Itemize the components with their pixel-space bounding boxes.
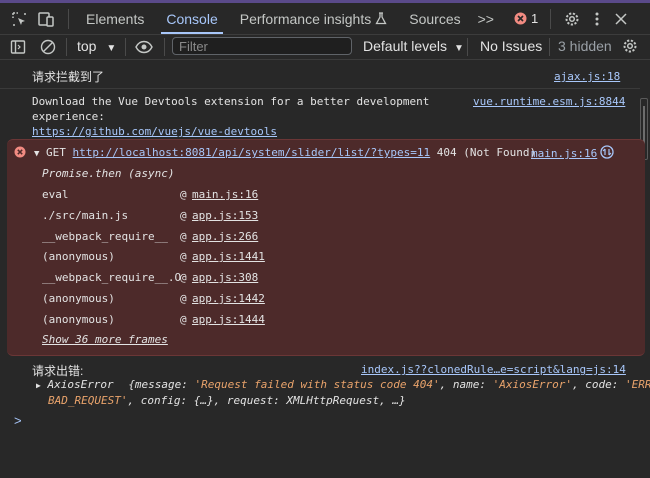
stack-frame-location-link[interactable]: app.js:308 bbox=[192, 271, 258, 284]
show-more-frames-link[interactable]: Show 36 more frames bbox=[42, 333, 168, 346]
http-method: GET bbox=[46, 146, 66, 159]
stack-frame-location-link[interactable]: app.js:266 bbox=[192, 230, 258, 243]
stack-frame-at: @ bbox=[180, 229, 187, 243]
log-text: 请求拦截到了 bbox=[32, 70, 105, 84]
flask-icon bbox=[375, 12, 387, 25]
context-selector[interactable]: top ▼ bbox=[77, 38, 116, 54]
stack-frame-function: (anonymous) bbox=[42, 312, 115, 326]
stack-frame-location-link[interactable]: app.js:1444 bbox=[192, 313, 265, 326]
tab-performance-insights[interactable]: Performance insights bbox=[229, 3, 399, 34]
log-text: 请求出错: bbox=[32, 364, 84, 378]
stack-frame-function: eval bbox=[42, 188, 69, 201]
async-label: Promise.then (async) bbox=[42, 167, 175, 180]
status-text: 404 (Not Found) bbox=[436, 146, 537, 159]
stack-frame-location-link[interactable]: main.js:16 bbox=[192, 188, 258, 201]
preview-string: 'Request failed with status code 404' bbox=[194, 378, 440, 391]
stack-frame-location-link[interactable]: app.js:1442 bbox=[192, 292, 265, 305]
tab-divider bbox=[68, 8, 69, 29]
source-link[interactable]: vue.runtime.esm.js:8844 bbox=[473, 95, 625, 108]
stack-frame-at: @ bbox=[180, 312, 187, 326]
prompt-chevron-icon: > bbox=[14, 413, 22, 428]
tab-console[interactable]: Console bbox=[155, 3, 228, 34]
preview-part: , config: {…}, request: XMLHttpRequest, … bbox=[127, 394, 406, 407]
stack-frame-function: __webpack_require__.O bbox=[42, 271, 182, 285]
inspect-element-icon[interactable] bbox=[6, 11, 32, 27]
preview-string: BAD_REQUEST' bbox=[48, 394, 128, 407]
console-settings-gear-icon[interactable] bbox=[622, 38, 638, 54]
error-count-badge[interactable]: 1 bbox=[514, 11, 538, 26]
console-prompt[interactable]: > bbox=[14, 413, 22, 428]
request-url-link[interactable]: http://localhost:8081/api/system/slider/… bbox=[73, 146, 431, 159]
preview-part: {message: bbox=[128, 378, 195, 391]
filter-box bbox=[172, 37, 355, 55]
stack-frame-function: (anonymous) bbox=[42, 292, 115, 305]
settings-gear-icon[interactable] bbox=[559, 11, 585, 27]
stack-frame-function: (anonymous) bbox=[42, 250, 115, 264]
tab-elements[interactable]: Elements bbox=[75, 3, 155, 34]
live-expression-eye-icon[interactable] bbox=[135, 39, 153, 55]
tab-performance-insights-label: Performance insights bbox=[239, 10, 372, 27]
toolbar-divider bbox=[125, 38, 126, 56]
source-link[interactable]: ajax.js:18 bbox=[554, 70, 620, 83]
context-selector-label: top bbox=[77, 38, 97, 54]
console-toolbar: top ▼ Default levels ▼ No Issues 3 hidde… bbox=[0, 35, 650, 60]
close-icon[interactable] bbox=[609, 12, 633, 25]
devtools-tab-bar: Elements Console Performance insights So… bbox=[0, 3, 650, 35]
error-summary[interactable]: ▼ GET http://localhost:8081/api/system/s… bbox=[34, 146, 536, 159]
console-message: 请求拦截到了 bbox=[32, 68, 104, 85]
stack-frame-function: ./src/main.js bbox=[42, 208, 129, 222]
tab-divider bbox=[550, 8, 552, 29]
toolbar-divider bbox=[66, 38, 67, 56]
stack-frame-at: @ bbox=[180, 208, 187, 222]
error-circle-icon bbox=[14, 146, 26, 158]
network-request-icon[interactable] bbox=[600, 145, 614, 159]
more-options-icon[interactable] bbox=[585, 12, 609, 26]
object-type: AxiosError bbox=[47, 378, 114, 391]
message-divider bbox=[0, 88, 640, 89]
dropdown-arrow-icon: ▼ bbox=[453, 43, 464, 54]
stack-frame-location-link[interactable]: app.js:1441 bbox=[192, 250, 265, 263]
expand-triangle-icon[interactable]: ▼ bbox=[34, 149, 39, 159]
expand-triangle-icon[interactable]: ▶ bbox=[36, 381, 41, 390]
filter-input[interactable] bbox=[173, 38, 355, 55]
issues-button[interactable]: No Issues bbox=[480, 38, 542, 54]
toolbar-divider bbox=[467, 38, 468, 56]
log-levels-label: Default levels bbox=[363, 38, 448, 54]
toolbar-divider bbox=[164, 38, 165, 56]
log-text: Download the Vue Devtools extension for … bbox=[32, 95, 430, 108]
hidden-count: 3 hidden bbox=[558, 38, 612, 54]
preview-part: , name: bbox=[439, 378, 493, 391]
stack-frame-location-link[interactable]: app.js:153 bbox=[192, 209, 258, 222]
preview-string: 'AxiosError' bbox=[492, 378, 573, 391]
stack-frame-at: @ bbox=[180, 188, 187, 201]
log-levels-dropdown[interactable]: Default levels ▼ bbox=[363, 38, 464, 54]
stack-frame-at: @ bbox=[180, 271, 187, 285]
device-toolbar-icon[interactable] bbox=[32, 11, 62, 27]
preview-string: 'ERR_ bbox=[625, 378, 650, 391]
toolbar-divider bbox=[549, 38, 550, 56]
error-circle-icon bbox=[514, 12, 527, 25]
log-text: experience: bbox=[32, 110, 105, 123]
error-count: 1 bbox=[530, 11, 539, 26]
sidebar-toggle-icon[interactable] bbox=[10, 39, 26, 55]
axios-error-object[interactable]: ▶ AxiosError {message: 'Request failed w… bbox=[36, 377, 650, 408]
source-link[interactable]: main.js:16 bbox=[531, 147, 597, 160]
more-tabs-button[interactable]: >> bbox=[472, 3, 500, 34]
devtools-url-link[interactable]: https://github.com/vuejs/vue-devtools bbox=[32, 124, 429, 139]
object-preview: {message: 'Request failed with status co… bbox=[128, 378, 650, 391]
stack-frame-function: __webpack_require__ bbox=[42, 229, 168, 243]
preview-part: , code: bbox=[572, 378, 626, 391]
stack-frame-at: @ bbox=[180, 250, 187, 264]
dropdown-arrow-icon: ▼ bbox=[106, 43, 117, 54]
tab-sources[interactable]: Sources bbox=[398, 3, 471, 34]
stack-frame-at: @ bbox=[180, 292, 187, 305]
clear-console-icon[interactable] bbox=[40, 39, 56, 55]
console-message: Download the Vue Devtools extension for … bbox=[32, 94, 429, 139]
source-link[interactable]: index.js??clonedRule…e=script&lang=js:14 bbox=[361, 363, 626, 376]
